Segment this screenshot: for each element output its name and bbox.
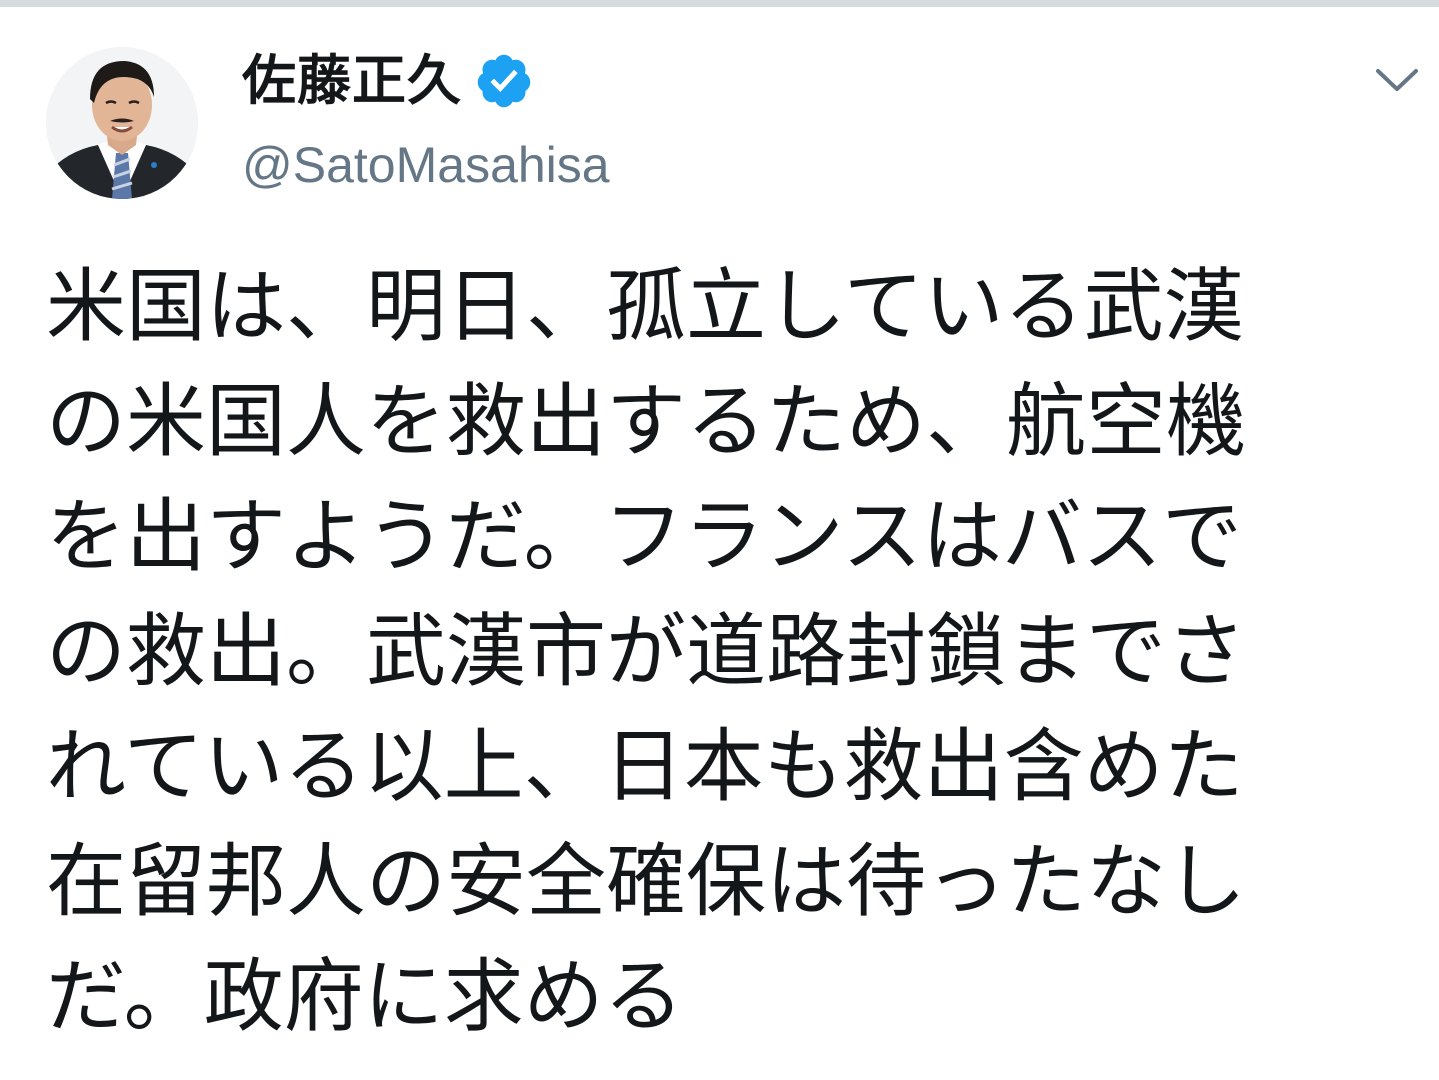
- author-display-name[interactable]: 佐藤正久: [242, 49, 462, 113]
- avatar-image: [46, 47, 198, 199]
- tweet-menu-button[interactable]: [1370, 59, 1424, 103]
- top-divider: [0, 0, 1439, 7]
- author-name-row: 佐藤正久: [242, 49, 534, 113]
- tweet-text-line: の米国人を救出するため、航空機: [46, 375, 1246, 468]
- author-handle[interactable]: @SatoMasahisa: [242, 135, 610, 195]
- tweet-card: 佐藤正久 @SatoMasahisa 米国は、明日、孤立している武漢 の米国人を救…: [0, 7, 1439, 1080]
- tweet-text-line: だ。政府に求める: [46, 950, 684, 1043]
- tweet-text-line: れている以上、日本も救出含めた: [46, 720, 1244, 813]
- avatar[interactable]: [46, 47, 198, 199]
- verified-badge-icon: [474, 51, 534, 111]
- tweet-body: 米国は、明日、孤立している武漢 の米国人を救出するため、航空機 を出すようだ。フラン…: [46, 249, 1376, 1054]
- tweet-text-line: の救出。武漢市が道路封鎖までさ: [46, 605, 1246, 698]
- tweet-text-line: 在留邦人の安全確保は待ったなし: [46, 835, 1246, 928]
- tweet-text-line: を出すようだ。フランスはバスで: [46, 490, 1242, 583]
- tweet-text-line: 米国は、明日、孤立している武漢: [46, 260, 1244, 353]
- chevron-down-icon: [1376, 69, 1418, 91]
